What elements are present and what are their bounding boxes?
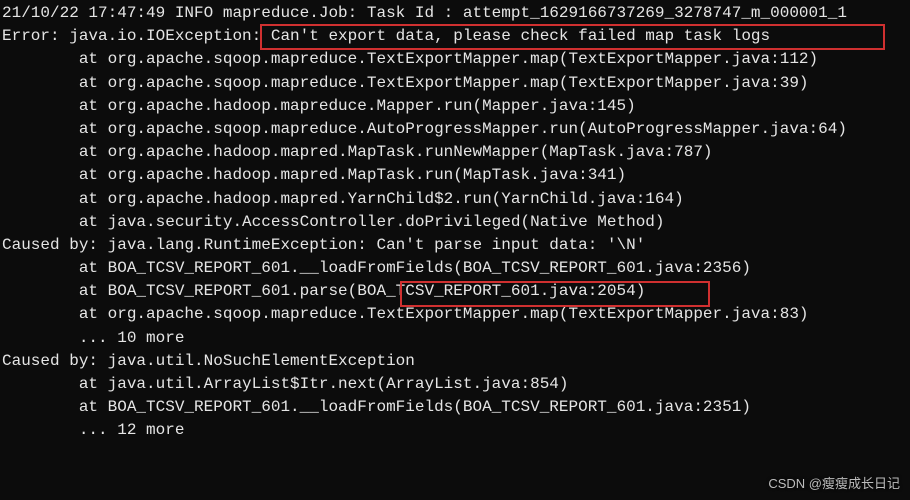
- log-line: 21/10/22 17:47:49 INFO mapreduce.Job: Ta…: [2, 2, 910, 25]
- log-line: Caused by: java.lang.RuntimeException: C…: [2, 234, 910, 257]
- log-line: at org.apache.hadoop.mapred.MapTask.runN…: [2, 141, 910, 164]
- log-line: at org.apache.hadoop.mapred.MapTask.run(…: [2, 164, 910, 187]
- log-line: at org.apache.sqoop.mapreduce.TextExport…: [2, 48, 910, 71]
- log-line: Error: java.io.IOException: Can't export…: [2, 25, 910, 48]
- log-line: at org.apache.sqoop.mapreduce.TextExport…: [2, 303, 910, 326]
- log-line: at java.util.ArrayList$Itr.next(ArrayLis…: [2, 373, 910, 396]
- terminal-output[interactable]: 21/10/22 17:47:49 INFO mapreduce.Job: Ta…: [0, 0, 910, 443]
- log-line: at org.apache.sqoop.mapreduce.TextExport…: [2, 72, 910, 95]
- log-line: at BOA_TCSV_REPORT_601.__loadFromFields(…: [2, 396, 910, 419]
- log-line: at BOA_TCSV_REPORT_601.__loadFromFields(…: [2, 257, 910, 280]
- log-line: Caused by: java.util.NoSuchElementExcept…: [2, 350, 910, 373]
- log-line: at BOA_TCSV_REPORT_601.parse(BOA_TCSV_RE…: [2, 280, 910, 303]
- log-line: at org.apache.hadoop.mapred.YarnChild$2.…: [2, 188, 910, 211]
- log-line: at org.apache.sqoop.mapreduce.AutoProgre…: [2, 118, 910, 141]
- watermark-text: CSDN @瘦瘦成长日记: [768, 475, 900, 494]
- log-line: ... 10 more: [2, 327, 910, 350]
- log-line: at java.security.AccessController.doPriv…: [2, 211, 910, 234]
- log-line: ... 12 more: [2, 419, 910, 442]
- log-line: at org.apache.hadoop.mapreduce.Mapper.ru…: [2, 95, 910, 118]
